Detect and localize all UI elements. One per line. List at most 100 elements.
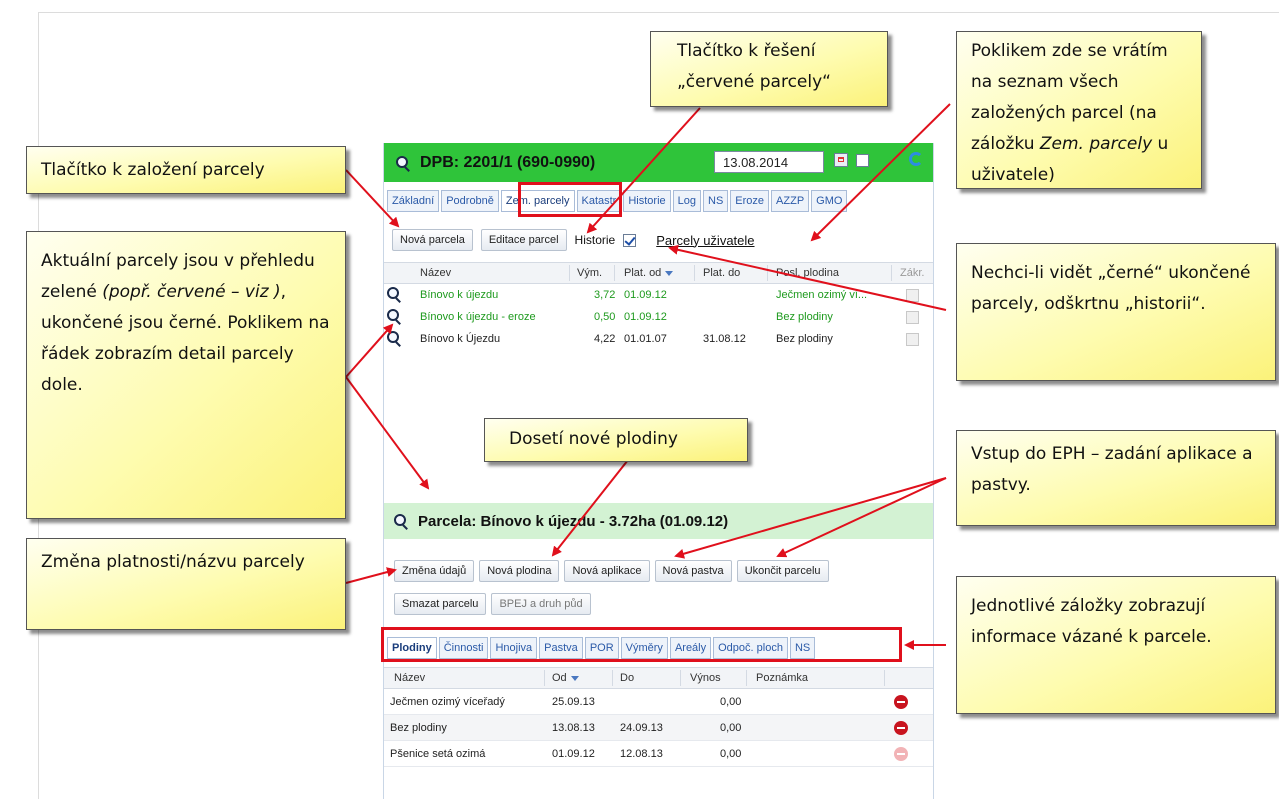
crop-name: Pšenice setá ozimá <box>390 748 486 760</box>
col-nazev[interactable]: Název <box>420 263 451 283</box>
parcel-from: 01.01.07 <box>624 333 667 345</box>
table-row[interactable]: Ječmen ozimý víceřadý 25.09.13 0,00 <box>384 689 933 715</box>
crop-from: 13.08.13 <box>552 722 595 734</box>
new-pasture-button[interactable]: Nová pastva <box>654 560 732 582</box>
date-input[interactable]: 13.08.2014 <box>714 151 824 173</box>
callout-text-italic: (popř. červené – viz ) <box>102 282 281 302</box>
dpb-title: DPB: 2201/1 (690-0990) <box>420 153 596 171</box>
column-separator <box>694 265 695 281</box>
col-plat-od[interactable]: Plat. od <box>624 263 674 283</box>
parcel-name: Bínovo k újezdu <box>420 289 499 301</box>
end-parcel-button[interactable]: Ukončit parcelu <box>736 560 829 582</box>
table-row[interactable]: Bínovo k Újezdu 4,22 01.01.07 31.08.12 B… <box>384 328 933 350</box>
crop-name: Bez plodiny <box>390 722 447 734</box>
table-row[interactable]: Pšenice setá ozimá 01.09.12 12.08.13 0,0… <box>384 741 933 767</box>
parcel-name: Bínovo k Újezdu <box>420 333 501 345</box>
callout-text: Jednotlivé záložky zobrazují informace v… <box>971 596 1212 647</box>
crop-from: 01.09.12 <box>552 748 595 760</box>
crop-yield: 0,00 <box>720 748 742 760</box>
new-crop-button[interactable]: Nová plodina <box>479 560 560 582</box>
callout-text: Vstup do EPH – zadání aplikace a pastvy. <box>971 444 1253 495</box>
table-row[interactable]: Bínovo k újezdu - eroze 0,50 01.09.12 Be… <box>384 306 933 328</box>
col-nazev[interactable]: Název <box>394 668 425 688</box>
refresh-icon[interactable] <box>909 152 923 166</box>
col-zakr[interactable]: Zákr. <box>900 263 924 283</box>
search-icon[interactable] <box>394 514 408 528</box>
column-separator <box>767 265 768 281</box>
callout-hide-history: Nechci-li vidět „černé“ ukončené parcely… <box>956 243 1276 381</box>
col-do[interactable]: Do <box>620 668 634 688</box>
col-vymera[interactable]: Vým. <box>577 263 602 283</box>
user-parcels-link[interactable]: Parcely uživatele <box>656 233 754 248</box>
delete-icon[interactable] <box>894 721 908 735</box>
table-row[interactable]: Bez plodiny 13.08.13 24.09.13 0,00 <box>384 715 933 741</box>
parcel-detail-toolbar-2: Smazat parcelu BPEJ a druh půd <box>394 593 591 615</box>
col-poznamka[interactable]: Poznámka <box>756 668 808 688</box>
history-checkbox[interactable] <box>623 233 637 247</box>
column-separator <box>680 670 681 686</box>
parcel-grid-header: Název Vým. Plat. od Plat. do Posl. plodi… <box>384 262 933 284</box>
callout-back-to-list: Poklikem zde se vrátím na seznam všech z… <box>956 31 1202 189</box>
tab-podrobne[interactable]: Podrobně <box>441 190 499 212</box>
col-plat-do[interactable]: Plat. do <box>703 263 740 283</box>
tab-eroze[interactable]: Eroze <box>730 190 770 212</box>
callout-text: Nechci-li vidět „černé“ ukončené parcely… <box>971 263 1251 314</box>
search-icon[interactable] <box>396 155 410 170</box>
sort-desc-icon <box>665 270 674 276</box>
col-plat-od-label: Plat. od <box>624 267 662 279</box>
new-application-button[interactable]: Nová aplikace <box>564 560 650 582</box>
column-separator <box>614 265 615 281</box>
parcel-area: 3,72 <box>594 289 616 301</box>
tab-ns[interactable]: NS <box>703 190 729 212</box>
column-separator <box>569 265 570 281</box>
header-checkbox[interactable] <box>856 154 869 167</box>
callout-tabs-info: Jednotlivé záložky zobrazují informace v… <box>956 576 1276 714</box>
zakr-checkbox[interactable] <box>906 311 919 324</box>
crop-yield: 0,00 <box>720 722 742 734</box>
zakr-checkbox[interactable] <box>906 289 919 302</box>
crop-yield: 0,00 <box>720 696 742 708</box>
edit-parcels-button[interactable]: Editace parcel <box>480 229 567 251</box>
delete-icon[interactable] <box>894 747 908 761</box>
change-data-button[interactable]: Změna údajů <box>394 560 475 582</box>
tab-historie[interactable]: Historie <box>623 190 671 212</box>
search-icon[interactable] <box>387 287 401 301</box>
column-separator <box>891 265 892 281</box>
callout-new-crop: Dosetí nové plodiny <box>484 418 748 462</box>
parcel-toolbar: Nová parcela Editace parcel Historie Par… <box>392 229 755 251</box>
col-posl-plodina[interactable]: Posl. plodina <box>776 263 839 283</box>
crop-from: 25.09.13 <box>552 696 595 708</box>
delete-icon[interactable] <box>894 695 908 709</box>
column-separator <box>884 670 885 686</box>
highlight-detail-tabs <box>381 627 902 662</box>
table-row[interactable]: Bínovo k újezdu 3,72 01.09.12 Ječmen ozi… <box>384 284 933 306</box>
search-icon[interactable] <box>387 331 401 345</box>
callout-text-italic: Zem. parcely <box>1039 134 1153 154</box>
delete-parcel-button[interactable]: Smazat parcelu <box>394 593 487 615</box>
tab-gmo[interactable]: GMO <box>811 190 848 212</box>
new-parcel-button[interactable]: Nová parcela <box>392 229 473 251</box>
col-vynos[interactable]: Výnos <box>690 668 721 688</box>
callout-text: Změna platnosti/názvu parcely <box>41 552 305 572</box>
column-separator <box>612 670 613 686</box>
parcel-area: 0,50 <box>594 311 616 323</box>
tab-log[interactable]: Log <box>672 190 702 212</box>
parcel-crop: Ječmen ozimý ví... <box>776 289 868 301</box>
parcel-from: 01.09.12 <box>624 289 667 301</box>
zakr-checkbox[interactable] <box>906 333 919 346</box>
tab-zakladni[interactable]: Základní <box>387 190 440 212</box>
parcel-detail-header: Parcela: Bínovo k újezdu - 3.72ha (01.09… <box>384 503 933 539</box>
calendar-icon[interactable] <box>834 153 848 167</box>
parcel-area: 4,22 <box>594 333 616 345</box>
parcel-detail-title: Parcela: Bínovo k újezdu - 3.72ha (01.09… <box>418 512 729 530</box>
tab-azzp[interactable]: AZZP <box>771 190 810 212</box>
col-od[interactable]: Od <box>552 668 579 688</box>
highlight-zem-parcely-tab <box>518 182 622 217</box>
callout-change-validity: Změna platnosti/názvu parcely <box>26 538 346 630</box>
search-icon[interactable] <box>387 309 401 323</box>
bpej-button[interactable]: BPEJ a druh půd <box>491 593 591 615</box>
parcel-crop: Bez plodiny <box>776 311 833 323</box>
sort-desc-icon <box>570 675 579 681</box>
callout-new-parcel: Tlačítko k založení parcely <box>26 146 346 194</box>
callout-text: „červené parcely“ <box>677 72 831 92</box>
